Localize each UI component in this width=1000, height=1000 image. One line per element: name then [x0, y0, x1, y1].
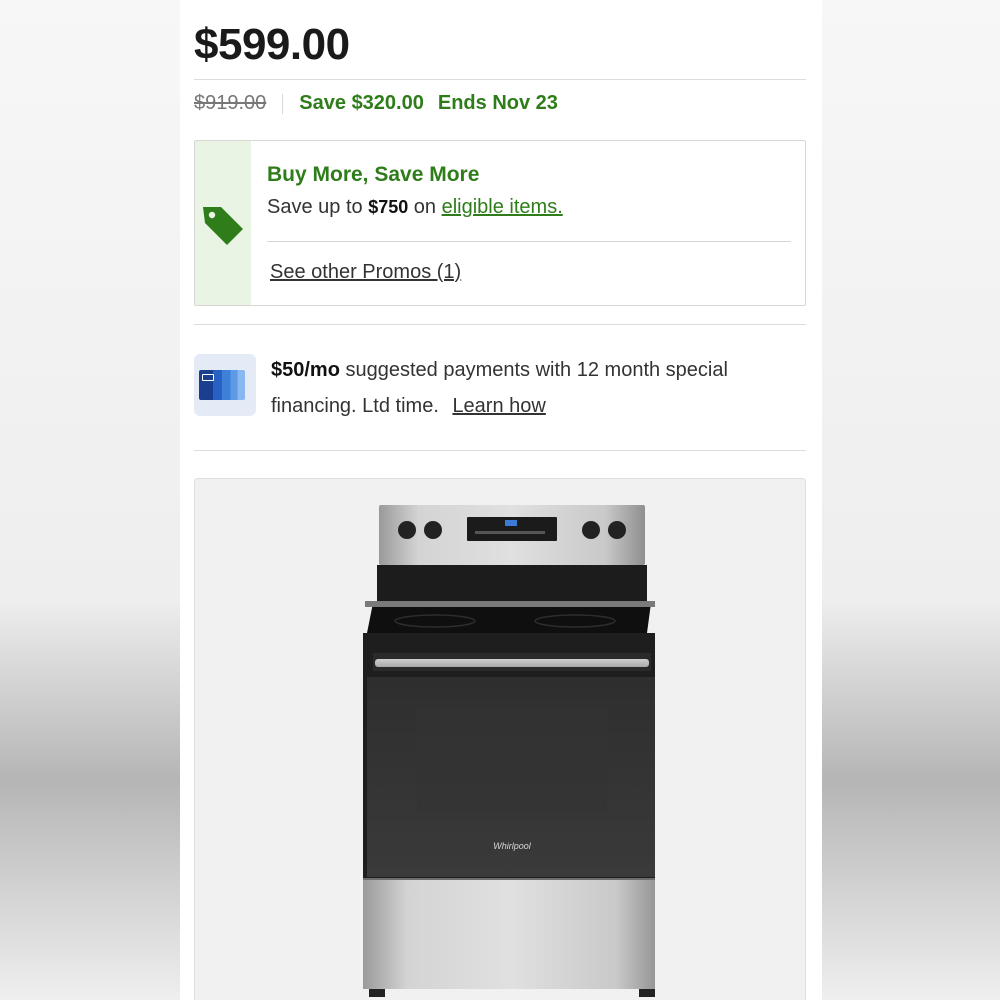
divider: [194, 79, 806, 80]
product-panel: $599.00 $919.00 Save $320.00 Ends Nov 23…: [180, 0, 822, 1000]
promo-prefix: Save up to: [267, 196, 363, 218]
promo-stripe: [195, 141, 251, 305]
promo-amount: $750: [368, 197, 409, 217]
separator: [282, 93, 284, 114]
current-price: $599.00: [194, 20, 350, 69]
promo-description: Save up to $750 on eligible items.: [267, 196, 563, 219]
background-left: [0, 0, 180, 1000]
credit-card-icon: [194, 354, 256, 416]
was-price: $919.00: [194, 92, 267, 114]
brand-logo: Whirlpool: [493, 841, 532, 851]
see-other-promos-link[interactable]: See other Promos (1): [270, 261, 461, 284]
promo-card: Buy More, Save More Save up to $750 on e…: [194, 140, 806, 306]
price-tag-icon: [203, 207, 243, 245]
card-logo: [202, 374, 214, 381]
learn-how-link[interactable]: Learn how: [452, 395, 545, 417]
monthly-payment: $50/mo: [271, 359, 340, 381]
savings-row: $919.00 Save $320.00 Ends Nov 23: [194, 92, 558, 115]
promo-middle: on: [413, 196, 437, 218]
promo-end-date: Ends Nov 23: [437, 92, 558, 114]
divider: [194, 324, 806, 325]
promo-title: Buy More, Save More: [267, 163, 480, 186]
eligible-items-link[interactable]: eligible items.: [442, 196, 563, 218]
financing-text: $50/mo suggested payments with 12 month …: [271, 352, 791, 424]
product-image-container[interactable]: Whirlpool: [194, 478, 806, 1000]
electric-range-image: Whirlpool: [363, 505, 655, 997]
promo-divider: [267, 241, 791, 242]
background-right: [822, 0, 1000, 1000]
divider: [194, 450, 806, 451]
save-amount: Save $320.00: [299, 92, 424, 114]
